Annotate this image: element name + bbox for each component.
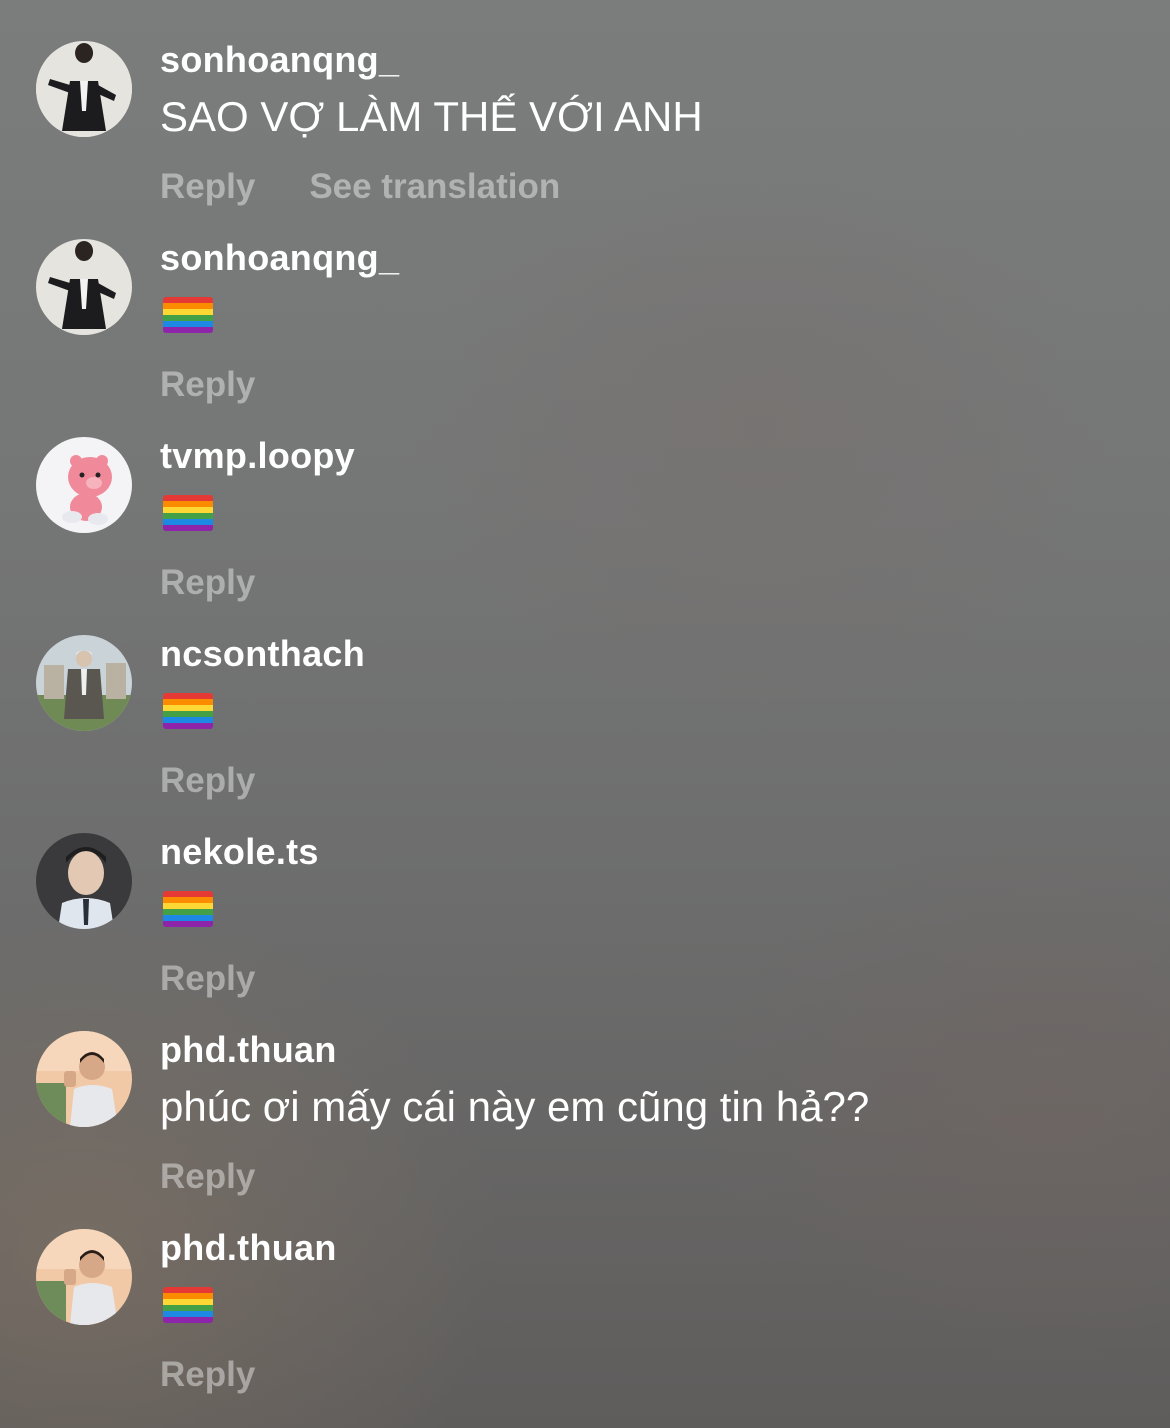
comment-actions: Reply xyxy=(160,563,255,607)
reply-button[interactable]: Reply xyxy=(160,563,255,607)
avatar[interactable] xyxy=(36,437,132,533)
comment-actions: Reply xyxy=(160,365,255,409)
comment-username[interactable]: phd.thuan xyxy=(160,1227,337,1269)
comment-actions: Reply xyxy=(160,761,255,805)
comment-username[interactable]: sonhoanqng_ xyxy=(160,39,399,81)
avatar[interactable] xyxy=(36,239,132,335)
rainbow-flag-icon xyxy=(163,297,213,333)
reply-button[interactable]: Reply xyxy=(160,1355,255,1399)
reply-button[interactable]: Reply xyxy=(160,1157,255,1201)
avatar[interactable] xyxy=(36,833,132,929)
reply-button[interactable]: Reply xyxy=(160,167,255,211)
comment-item: sonhoanqng_ Reply xyxy=(0,237,1170,437)
comment-item: phd.thuan phúc ơi mấy cái này em cũng ti… xyxy=(0,1029,1170,1229)
rainbow-flag-icon xyxy=(163,891,213,927)
avatar[interactable] xyxy=(36,41,132,137)
rainbow-flag-icon xyxy=(163,495,213,531)
comment-item: tvmp.loopy Reply xyxy=(0,435,1170,635)
comment-item: ncsonthach Reply xyxy=(0,633,1170,833)
comment-username[interactable]: nekole.ts xyxy=(160,831,319,873)
comment-text: phúc ơi mấy cái này em cũng tin hả?? xyxy=(160,1083,870,1130)
comment-text: SAO VỢ LÀM THẾ VỚI ANH xyxy=(160,93,703,140)
comment-item: nekole.ts Reply xyxy=(0,831,1170,1031)
reply-button[interactable]: Reply xyxy=(160,365,255,409)
comment-actions: Reply See translation xyxy=(160,167,560,211)
comment-actions: Reply xyxy=(160,959,255,1003)
rainbow-flag-icon xyxy=(163,1287,213,1323)
reply-button[interactable]: Reply xyxy=(160,959,255,1003)
comment-item: phd.thuan Reply xyxy=(0,1227,1170,1427)
comment-actions: Reply xyxy=(160,1157,255,1201)
comment-username[interactable]: ncsonthach xyxy=(160,633,365,675)
comment-item: sonhoanqng_ SAO VỢ LÀM THẾ VỚI ANH Reply… xyxy=(0,39,1170,239)
comment-actions: Reply xyxy=(160,1355,255,1399)
avatar[interactable] xyxy=(36,635,132,731)
comment-username[interactable]: sonhoanqng_ xyxy=(160,237,399,279)
avatar[interactable] xyxy=(36,1229,132,1325)
rainbow-flag-icon xyxy=(163,693,213,729)
comment-username[interactable]: tvmp.loopy xyxy=(160,435,355,477)
see-translation-button[interactable]: See translation xyxy=(309,167,560,211)
reply-button[interactable]: Reply xyxy=(160,761,255,805)
avatar[interactable] xyxy=(36,1031,132,1127)
comment-username[interactable]: phd.thuan xyxy=(160,1029,337,1071)
